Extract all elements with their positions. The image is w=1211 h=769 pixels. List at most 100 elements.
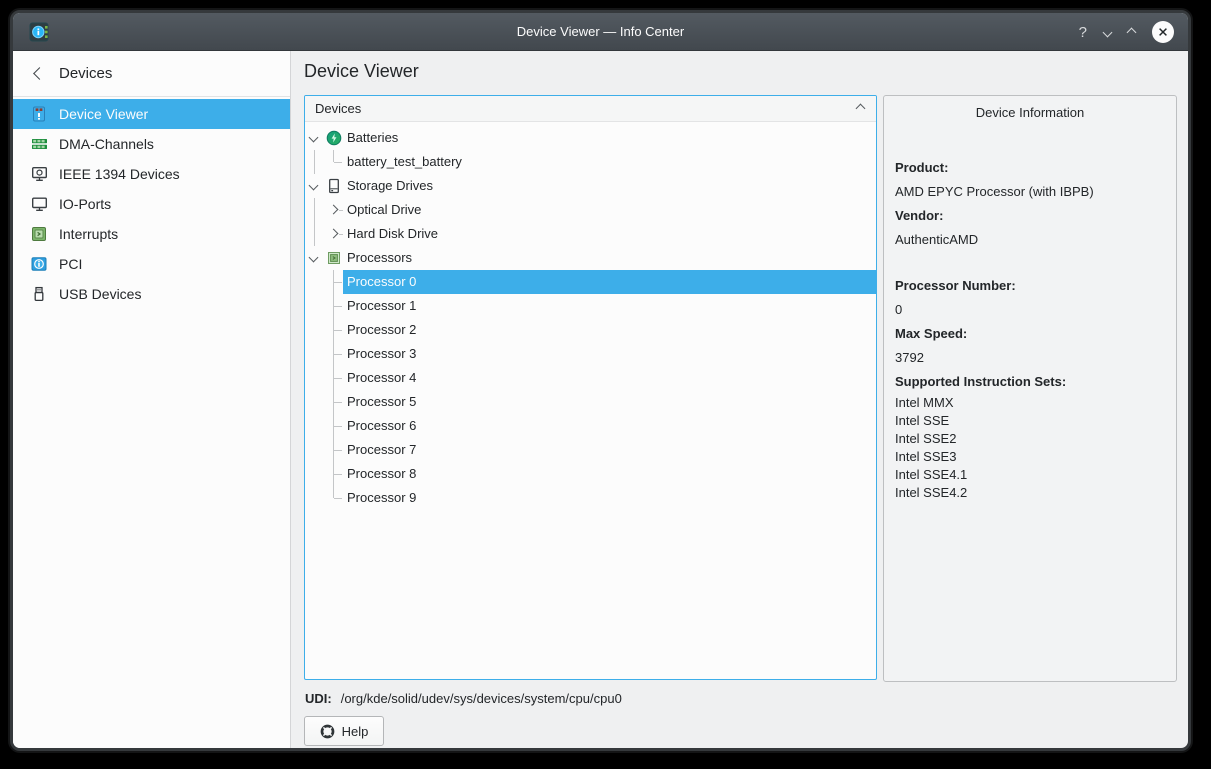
chevron-up-icon	[1127, 27, 1137, 37]
tree-branch-line	[324, 390, 343, 414]
info-fields: Product:AMD EPYC Processor (with IBPB)Ve…	[884, 120, 1176, 502]
chevron-down-icon	[1103, 27, 1113, 37]
info-field-vendor: Vendor:AuthenticAMD	[895, 204, 1166, 252]
info-field-label: Max Speed:	[895, 322, 1166, 346]
page-title: Device Viewer	[291, 51, 1188, 85]
info-field-label: Supported Instruction Sets:	[895, 370, 1166, 394]
tree-node-processor-3[interactable]: Processor 3	[305, 342, 876, 366]
window-maximize-button[interactable]	[1128, 29, 1135, 36]
help-icon	[320, 724, 335, 739]
info-field-value: AuthenticAMD	[895, 228, 1166, 252]
info-field-label: Product:	[895, 156, 1166, 180]
chip-icon	[30, 226, 48, 243]
window-title: Device Viewer — Info Center	[13, 24, 1188, 39]
info-field-processor-number: Processor Number:0	[895, 274, 1166, 322]
tree-indent	[305, 462, 324, 486]
tree-node-processor-7[interactable]: Processor 7	[305, 438, 876, 462]
help-button[interactable]: Help	[304, 716, 384, 746]
processor-icon	[324, 246, 343, 270]
tree-guide-line	[305, 198, 324, 222]
tree-node-label: Batteries	[343, 126, 876, 150]
tree-node-optical-drive[interactable]: Optical Drive	[305, 198, 876, 222]
tree-node-label: Processor 7	[343, 438, 876, 462]
tree-indent	[305, 438, 324, 462]
tree-node-processor-1[interactable]: Processor 1	[305, 294, 876, 318]
tree-node-processors[interactable]: Processors	[305, 246, 876, 270]
tree-branch-line	[324, 414, 343, 438]
tree-node-label: Processor 4	[343, 366, 876, 390]
help-button-label: Help	[342, 724, 369, 739]
tree-node-label: Hard Disk Drive	[343, 222, 876, 246]
tree-header[interactable]: Devices	[305, 96, 876, 122]
tree-node-processor-8[interactable]: Processor 8	[305, 462, 876, 486]
tree-node-battery-test-battery[interactable]: battery_test_battery	[305, 150, 876, 174]
tree-node-processor-0[interactable]: Processor 0	[305, 270, 876, 294]
window-close-button[interactable]	[1152, 21, 1174, 43]
tree-node-batteries[interactable]: Batteries	[305, 126, 876, 150]
sidebar-item-device-viewer[interactable]: Device Viewer	[13, 99, 290, 129]
tree-node-label: Processor 2	[343, 318, 876, 342]
sidebar-item-usb-devices[interactable]: USB Devices	[13, 279, 290, 309]
monitor-icon	[30, 196, 48, 213]
expander-right-icon[interactable]	[324, 222, 343, 246]
main-content: Device Viewer Devices Batteriesbattery_t…	[291, 51, 1188, 748]
tree-indent	[305, 270, 324, 294]
tree-branch-line	[324, 438, 343, 462]
info-field-value: Intel SSE	[895, 412, 1166, 430]
sidebar-item-label: IEEE 1394 Devices	[59, 166, 180, 182]
device-tree: Batteriesbattery_test_batteryStorage Dri…	[305, 122, 876, 510]
tree-node-label: battery_test_battery	[343, 150, 876, 174]
tree-branch-line	[324, 270, 343, 294]
tree-node-label: Processor 6	[343, 414, 876, 438]
titlebar[interactable]: Device Viewer — Info Center ?	[13, 13, 1188, 51]
device-information-panel: Device Information Product:AMD EPYC Proc…	[883, 95, 1177, 682]
sidebar-item-io-ports[interactable]: IO-Ports	[13, 189, 290, 219]
sidebar-item-label: PCI	[59, 256, 82, 272]
tree-node-processor-5[interactable]: Processor 5	[305, 390, 876, 414]
tree-node-storage-drives[interactable]: Storage Drives	[305, 174, 876, 198]
sidebar-item-dma-channels[interactable]: DMA-Channels	[13, 129, 290, 159]
tree-node-label: Processor 3	[343, 342, 876, 366]
info-field-value: 0	[895, 298, 1166, 322]
window-minimize-button[interactable]	[1104, 29, 1111, 36]
tree-node-processor-2[interactable]: Processor 2	[305, 318, 876, 342]
info-field-value: AMD EPYC Processor (with IBPB)	[895, 180, 1166, 204]
tree-branch-line	[324, 342, 343, 366]
battery-icon	[324, 126, 343, 150]
tree-branch-line	[324, 366, 343, 390]
sidebar: Devices Device Viewer DMA-Channels IEEE 13…	[13, 51, 291, 748]
back-button-label: Devices	[59, 65, 112, 82]
drive-icon	[324, 174, 343, 198]
window-help-button[interactable]: ?	[1079, 24, 1087, 41]
sidebar-item-label: Device Viewer	[59, 106, 148, 122]
sidebar-item-pci[interactable]: PCI	[13, 249, 290, 279]
tree-branch-line	[324, 150, 343, 174]
tree-branch-line	[324, 294, 343, 318]
info-field-value: Intel SSE4.1	[895, 466, 1166, 484]
expander-down-icon[interactable]	[305, 174, 324, 198]
info-field-value: Intel SSE4.2	[895, 484, 1166, 502]
tree-node-processor-4[interactable]: Processor 4	[305, 366, 876, 390]
sidebar-item-label: USB Devices	[59, 286, 141, 302]
info-field-value: Intel MMX	[895, 394, 1166, 412]
sidebar-item-ieee-1394-devices[interactable]: IEEE 1394 Devices	[13, 159, 290, 189]
tree-node-processor-6[interactable]: Processor 6	[305, 414, 876, 438]
sidebar-item-label: Interrupts	[59, 226, 118, 242]
back-button[interactable]: Devices	[13, 51, 290, 97]
tree-node-label: Processor 8	[343, 462, 876, 486]
info-field-value: Intel SSE3	[895, 448, 1166, 466]
tree-indent	[305, 342, 324, 366]
sidebar-item-interrupts[interactable]: Interrupts	[13, 219, 290, 249]
app-window: Device Viewer — Info Center ? Devices De…	[10, 10, 1191, 751]
tree-indent	[305, 294, 324, 318]
tree-branch-line	[324, 462, 343, 486]
tree-node-processor-9[interactable]: Processor 9	[305, 486, 876, 510]
expander-down-icon[interactable]	[305, 246, 324, 270]
tree-node-hard-disk-drive[interactable]: Hard Disk Drive	[305, 222, 876, 246]
expander-down-icon[interactable]	[305, 126, 324, 150]
udi-row: UDI:/org/kde/solid/udev/sys/devices/syst…	[305, 691, 1188, 706]
tree-indent	[305, 486, 324, 510]
chevron-left-icon	[33, 67, 46, 80]
tree-node-label: Optical Drive	[343, 198, 876, 222]
expander-right-icon[interactable]	[324, 198, 343, 222]
